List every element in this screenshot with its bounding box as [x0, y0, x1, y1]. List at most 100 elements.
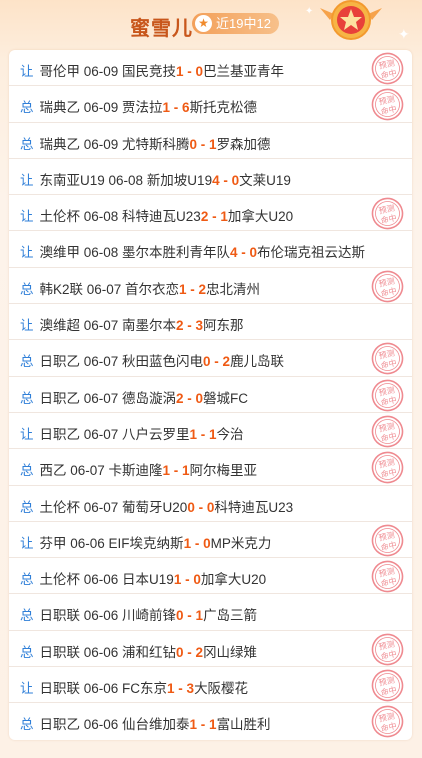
play-type: 总	[20, 644, 34, 660]
match-date: 06-06	[70, 535, 109, 551]
league: 瑞典乙	[39, 100, 84, 116]
sparkle-icon: ✦	[305, 6, 314, 17]
expert-name: 蜜雪儿	[130, 18, 193, 40]
away-team: 阿尔梅里亚	[189, 463, 258, 479]
away-team: 忠北清州	[206, 281, 261, 297]
league: 澳维甲	[39, 245, 84, 261]
match-date: 06-09	[83, 100, 123, 116]
match-row[interactable]: 让日职乙 06-07 八户云罗里1 - 1今治 预测 命中	[9, 413, 412, 450]
league: 东南亚U19	[39, 172, 109, 188]
away-team: 阿东那	[203, 318, 244, 334]
score: 4 - 0	[212, 172, 240, 188]
away-team: MP米克力	[210, 535, 272, 551]
hit-stamp-icon: 预测命中	[371, 633, 404, 666]
away-team: 科特迪瓦U23	[214, 499, 294, 515]
match-date: 06-06	[83, 644, 123, 660]
record-text: 近19中12	[216, 16, 271, 31]
match-text: 总瑞典乙 06-09 尤特斯科腾0 - 1罗森加德	[20, 133, 271, 153]
match-row[interactable]: 总日职乙 06-06 仙台维加泰1 - 1富山胜利 预测 命中	[9, 703, 412, 739]
home-team: 墨尔本胜利青年队	[122, 245, 231, 261]
match-row[interactable]: 总土伦杯 06-07 葡萄牙U200 - 0科特迪瓦U23	[9, 486, 412, 522]
score: 1 - 0	[176, 64, 204, 79]
away-team: 富山胜利	[216, 717, 271, 733]
score: 1 - 6	[162, 100, 190, 116]
match-row[interactable]: 让澳维甲 06-08 墨尔本胜利青年队4 - 0布伦瑞克祖云达斯	[9, 231, 412, 268]
league: 澳维超	[39, 318, 84, 334]
home-team: 贾法拉	[122, 100, 163, 116]
sparkle-icon: ✦	[398, 26, 410, 42]
home-team: 浦和红钻	[122, 644, 177, 660]
home-team: 南墨尔本	[122, 318, 177, 334]
match-row[interactable]: 总日职乙 06-07 秋田蓝色闪电0 - 2鹿儿岛联 预测 命中	[9, 340, 412, 377]
match-date: 06-07	[86, 281, 126, 297]
match-text: 让日职乙 06-07 八户云罗里1 - 1今治	[20, 423, 244, 443]
match-text: 总日职联 06-06 川崎前锋0 - 1广岛三箭	[20, 604, 257, 624]
score: 2 - 3	[176, 318, 204, 334]
match-row[interactable]: 让哥伦甲 06-09 国民竞技1 - 0巴兰基亚青年 预测 命中	[9, 50, 412, 87]
away-team: 布伦瑞克祖云达斯	[257, 245, 366, 261]
match-row[interactable]: 总瑞典乙 06-09 贾法拉1 - 6斯托克松德 预测 命中	[9, 86, 412, 123]
home-team: 葡萄牙U20	[122, 499, 188, 515]
match-date: 06-07	[70, 463, 109, 479]
league: 日职乙	[39, 717, 84, 733]
away-team: 加拿大U20	[200, 572, 267, 588]
away-team: 大阪樱花	[194, 681, 249, 697]
match-date: 06-07	[83, 426, 123, 442]
match-row[interactable]: 总日职联 06-06 川崎前锋0 - 1广岛三箭	[9, 594, 412, 631]
match-row[interactable]: 让澳维超 06-07 南墨尔本2 - 3阿东那	[9, 304, 412, 341]
hit-stamp-icon: 预测命中	[371, 197, 404, 230]
away-team: 今治	[216, 426, 244, 442]
score: 0 - 2	[176, 644, 204, 660]
match-text: 让土伦杯 06-08 科特迪瓦U232 - 1加拿大U20	[20, 205, 293, 225]
match-text: 让澳维甲 06-08 墨尔本胜利青年队4 - 0布伦瑞克祖云达斯	[20, 241, 365, 261]
match-date: 06-09	[83, 136, 123, 152]
home-team: 卡斯迪隆	[108, 463, 163, 479]
league: 日职联	[39, 681, 84, 697]
match-date: 06-06	[83, 717, 123, 733]
hit-stamp-icon: 预测命中	[371, 415, 404, 448]
match-date: 06-09	[83, 64, 123, 79]
medal-icon	[320, 0, 382, 40]
match-row[interactable]: 总西乙 06-07 卡斯迪隆1 - 1阿尔梅里亚 预测 命中	[9, 449, 412, 486]
match-row[interactable]: 总瑞典乙 06-09 尤特斯科腾0 - 1罗森加德	[9, 123, 412, 159]
play-type: 总	[20, 499, 34, 515]
score: 0 - 1	[176, 608, 204, 624]
play-type: 让	[20, 172, 34, 188]
home-team: 八户云罗里	[122, 426, 190, 442]
match-row[interactable]: 让芬甲 06-06 EIF埃克纳斯1 - 0MP米克力 预测 命中	[9, 522, 412, 559]
match-row[interactable]: 总日职乙 06-07 德岛漩涡2 - 0磐城FC 预测 命中	[9, 377, 412, 413]
match-row[interactable]: 总土伦杯 06-06 日本U191 - 0加拿大U20 预测 命中	[9, 558, 412, 595]
match-row[interactable]: 让日职联 06-06 FC东京1 - 3大阪樱花 预测 命中	[9, 667, 412, 704]
prediction-list: 让哥伦甲 06-09 国民竞技1 - 0巴兰基亚青年 预测 命中总瑞典乙 06-09…	[9, 50, 412, 740]
match-text: 总日职乙 06-07 秋田蓝色闪电0 - 2鹿儿岛联	[20, 350, 284, 370]
match-date: 06-06	[83, 608, 123, 624]
play-type: 让	[20, 426, 34, 442]
match-row[interactable]: 让土伦杯 06-08 科特迪瓦U232 - 1加拿大U20 预测 命中	[9, 195, 412, 232]
play-type: 总	[20, 354, 34, 370]
home-team: 秋田蓝色闪电	[122, 354, 204, 370]
play-type: 让	[20, 318, 34, 334]
match-row[interactable]: 总日职联 06-06 浦和红钻0 - 2冈山绿雉 预测 命中	[9, 631, 412, 668]
match-date: 06-07	[83, 354, 123, 370]
score: 4 - 0	[230, 245, 258, 261]
match-text: 让芬甲 06-06 EIF埃克纳斯1 - 0MP米克力	[20, 532, 271, 552]
play-type: 让	[20, 209, 34, 225]
home-team: 德岛漩涡	[122, 390, 177, 406]
home-team: 日本U19	[122, 572, 174, 588]
star-icon: ★	[195, 15, 212, 32]
hit-stamp-icon: 预测命中	[371, 669, 404, 702]
away-team: 斯托克松德	[189, 100, 258, 116]
home-team: 新加坡U19	[146, 172, 213, 188]
record-badge: ★ 近19中12	[192, 13, 279, 34]
league: 土伦杯	[39, 499, 84, 515]
match-row[interactable]: 让东南亚U19 06-08 新加坡U194 - 0文莱U19	[9, 159, 412, 196]
home-team: 尤特斯科腾	[122, 136, 190, 152]
away-team: 广岛三箭	[203, 608, 258, 624]
away-team: 冈山绿雉	[203, 644, 258, 660]
hit-stamp-icon: 预测命中	[371, 560, 404, 593]
home-team: 国民竞技	[122, 64, 177, 79]
play-type: 总	[20, 281, 34, 297]
match-row[interactable]: 总韩K2联 06-07 首尔衣恋1 - 2忠北清州 预测 命中	[9, 268, 412, 305]
hit-stamp-icon: 预测命中	[371, 706, 404, 738]
match-date: 06-08	[108, 172, 147, 188]
